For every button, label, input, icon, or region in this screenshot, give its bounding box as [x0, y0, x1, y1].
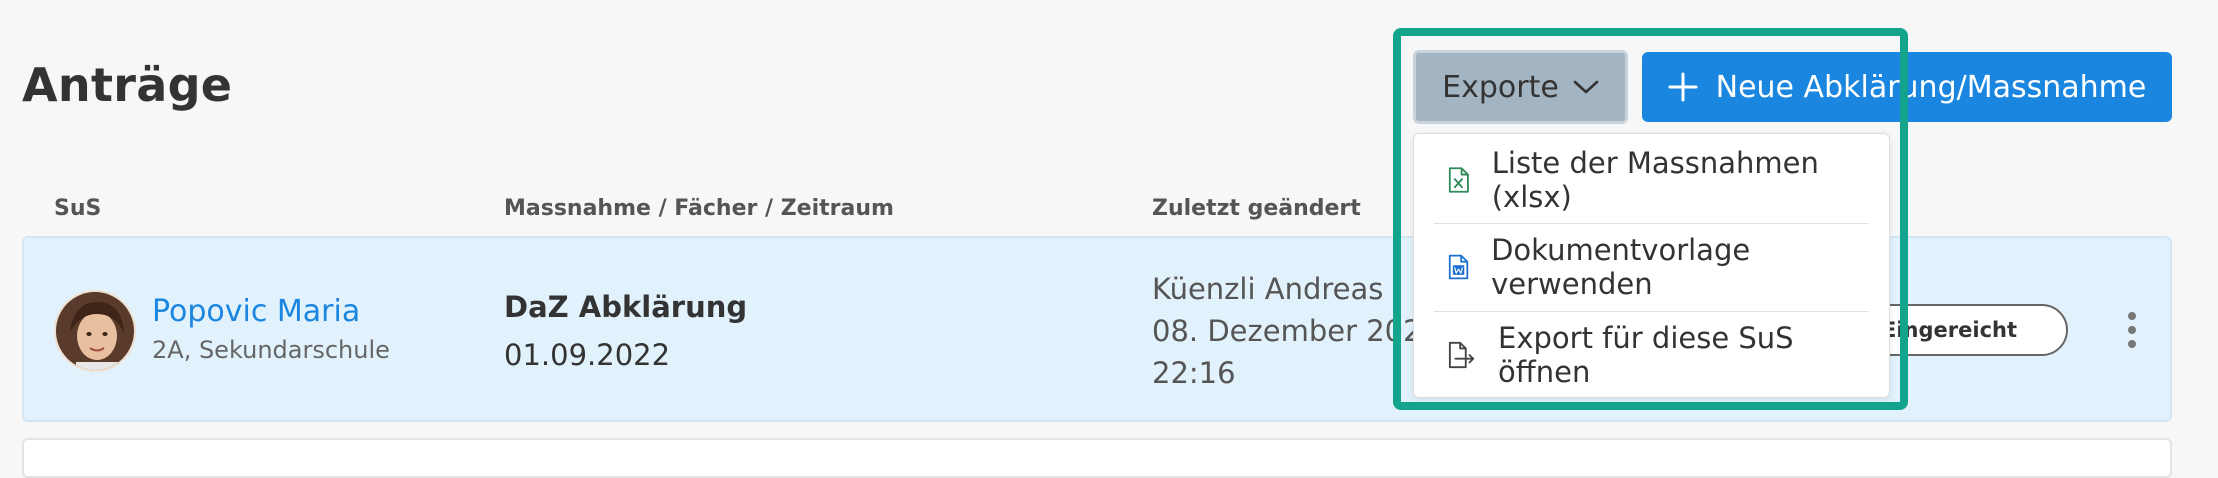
menu-item-document-template[interactable]: Dokumentvorlage verwenden — [1434, 224, 1869, 310]
page-title: Anträge — [22, 58, 233, 112]
file-export-icon — [1448, 341, 1475, 369]
new-measure-button[interactable]: Neue Abklärung/Massnahme — [1642, 52, 2172, 122]
measure-date: 01.09.2022 — [504, 338, 671, 372]
exports-dropdown-button[interactable]: Exporte — [1413, 50, 1628, 124]
column-header-measure[interactable]: Massnahme / Fächer / Zeitraum — [504, 196, 894, 221]
new-measure-label: Neue Abklärung/Massnahme — [1715, 69, 2147, 105]
plus-icon — [1668, 72, 1698, 102]
changed-date: 08. Dezember 202 — [1152, 314, 1422, 348]
menu-item-export-student[interactable]: Export für diese SuS öffnen — [1434, 312, 1869, 398]
changed-by: Küenzli Andreas — [1152, 272, 1384, 306]
menu-item-label: Liste der Massnahmen (xlsx) — [1491, 146, 1819, 214]
table-row[interactable] — [22, 438, 2172, 478]
excel-file-icon — [1448, 167, 1469, 193]
column-header-student[interactable]: SuS — [54, 196, 101, 221]
exports-button-label: Exporte — [1442, 69, 1559, 105]
menu-item-label: Dokumentvorlage verwenden — [1491, 233, 1751, 301]
changed-time: 22:16 — [1152, 356, 1236, 390]
column-header-changed[interactable]: Zuletzt geändert — [1152, 196, 1361, 221]
avatar — [54, 290, 136, 372]
exports-dropdown-menu: Liste der Massnahmen (xlsx) Dokumentvorl… — [1413, 133, 1890, 398]
student-class: 2A, Sekundarschule — [152, 336, 390, 364]
chevron-down-icon — [1573, 80, 1599, 94]
word-file-icon — [1448, 254, 1469, 280]
menu-item-label: Export für diese SuS öffnen — [1498, 321, 1794, 389]
measure-title: DaZ Abklärung — [504, 290, 748, 324]
student-name-link[interactable]: Popovic Maria — [152, 294, 360, 329]
menu-item-export-xlsx[interactable]: Liste der Massnahmen (xlsx) — [1434, 137, 1869, 223]
more-options-icon[interactable] — [2126, 312, 2138, 352]
